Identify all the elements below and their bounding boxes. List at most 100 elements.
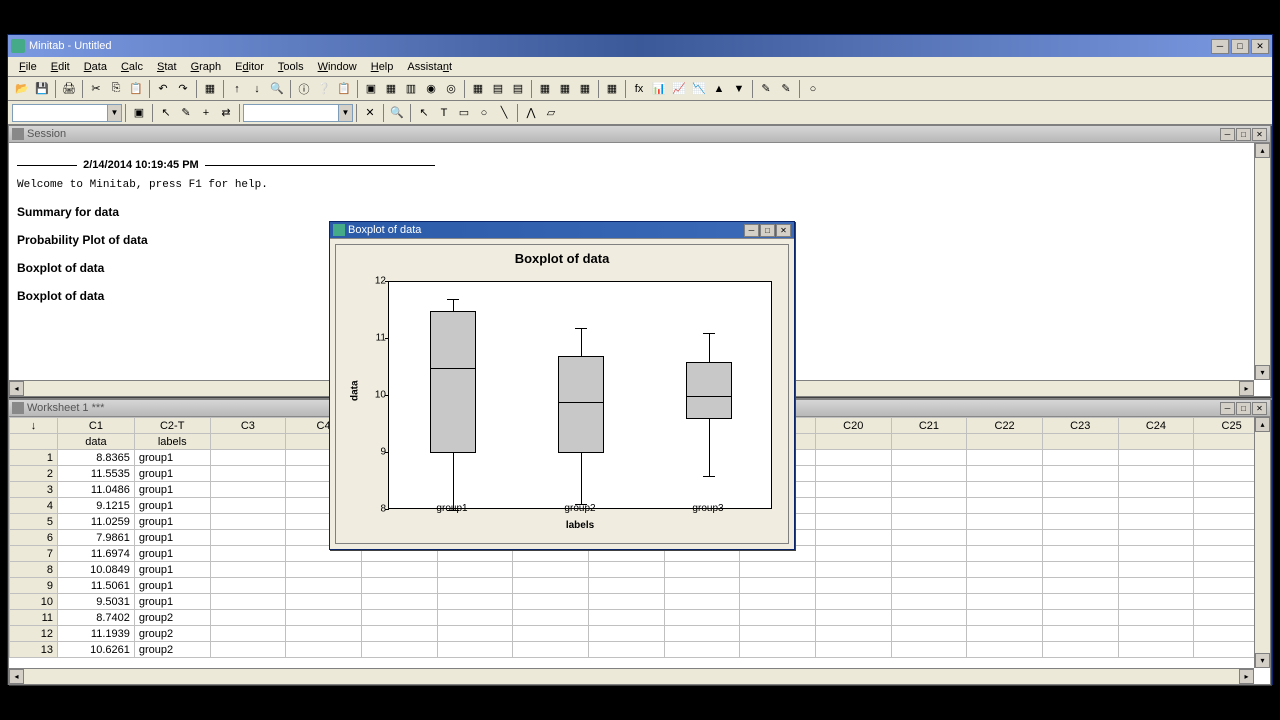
data-cell[interactable]	[286, 594, 362, 610]
data-cell[interactable]	[1118, 610, 1194, 626]
data-cell[interactable]	[891, 562, 967, 578]
menu-help[interactable]: Help	[364, 59, 401, 75]
chart-d-icon[interactable]: ▲	[709, 79, 729, 99]
column-name[interactable]	[1118, 434, 1194, 450]
data-cell[interactable]	[210, 498, 286, 514]
data-cell[interactable]: 8.7402	[58, 610, 135, 626]
graph-content[interactable]: Boxplot of data data 89101112 group1grou…	[330, 239, 794, 549]
data-cell[interactable]	[740, 642, 816, 658]
scroll-down-icon[interactable]: ▾	[1255, 653, 1270, 668]
data-cell[interactable]: 10.6261	[58, 642, 135, 658]
data-cell[interactable]	[815, 626, 891, 642]
undo-icon[interactable]: ↶	[153, 79, 173, 99]
data-cell[interactable]	[1118, 450, 1194, 466]
paste-icon[interactable]: 📋	[126, 79, 146, 99]
data-cell[interactable]	[967, 482, 1043, 498]
data-cell[interactable]	[664, 594, 740, 610]
data-cell[interactable]	[967, 562, 1043, 578]
column-header[interactable]: C3	[210, 418, 286, 434]
data-cell[interactable]	[513, 578, 589, 594]
menu-stat[interactable]: Stat	[150, 59, 184, 75]
select-icon[interactable]: ↖	[414, 103, 434, 123]
data-cell[interactable]	[664, 642, 740, 658]
data-cell[interactable]: 11.0486	[58, 482, 135, 498]
row-header[interactable]: 12	[10, 626, 58, 642]
data-cell[interactable]	[815, 594, 891, 610]
circle-icon[interactable]: ○	[474, 103, 494, 123]
data-cell[interactable]	[967, 610, 1043, 626]
data-cell[interactable]	[891, 466, 967, 482]
data-cell[interactable]	[1118, 594, 1194, 610]
chart-e-icon[interactable]: ▼	[729, 79, 749, 99]
column-name[interactable]: labels	[134, 434, 210, 450]
session-titlebar[interactable]: Session ─ □ ✕	[9, 126, 1270, 143]
menu-calc[interactable]: Calc	[114, 59, 150, 75]
brush-icon[interactable]: ✎	[176, 103, 196, 123]
tool-c-icon[interactable]: ▥	[401, 79, 421, 99]
session-scrollbar-vertical[interactable]: ▴ ▾	[1254, 143, 1270, 380]
column-name[interactable]: data	[58, 434, 135, 450]
data-cell[interactable]	[361, 594, 437, 610]
data-cell[interactable]	[1042, 594, 1118, 610]
data-cell[interactable]	[664, 610, 740, 626]
data-cell[interactable]	[588, 626, 664, 642]
data-cell[interactable]	[513, 642, 589, 658]
table-row[interactable]: 911.5061group1	[10, 578, 1270, 594]
data-cell[interactable]: group2	[134, 610, 210, 626]
column-name[interactable]	[891, 434, 967, 450]
menu-tools[interactable]: Tools	[271, 59, 311, 75]
data-cell[interactable]: 10.0849	[58, 562, 135, 578]
combo-selector-2[interactable]: ▼	[243, 104, 353, 122]
data-cell[interactable]	[1118, 498, 1194, 514]
graph-canvas[interactable]: Boxplot of data data 89101112 group1grou…	[335, 244, 789, 544]
menu-file[interactable]: File	[12, 59, 44, 75]
data-cell[interactable]	[891, 642, 967, 658]
data-cell[interactable]	[210, 546, 286, 562]
menu-data[interactable]: Data	[77, 59, 114, 75]
column-header[interactable]: C23	[1042, 418, 1118, 434]
data-cell[interactable]	[815, 514, 891, 530]
column-header[interactable]: C22	[967, 418, 1043, 434]
text-icon[interactable]: T	[434, 103, 454, 123]
x-icon[interactable]: ✕	[360, 103, 380, 123]
session-minimize-button[interactable]: ─	[1220, 128, 1235, 141]
data-cell[interactable]	[1042, 450, 1118, 466]
column-name[interactable]	[815, 434, 891, 450]
data-cell[interactable]	[967, 578, 1043, 594]
tool-f-icon[interactable]: ▦	[468, 79, 488, 99]
print-icon[interactable]: 🖨	[59, 79, 79, 99]
boxplot-box[interactable]	[686, 362, 732, 419]
data-cell[interactable]: group1	[134, 498, 210, 514]
data-cell[interactable]	[210, 450, 286, 466]
data-cell[interactable]	[967, 594, 1043, 610]
help-icon[interactable]: ❔	[314, 79, 334, 99]
session-maximize-button[interactable]: □	[1236, 128, 1251, 141]
data-cell[interactable]	[967, 530, 1043, 546]
data-cell[interactable]	[891, 530, 967, 546]
data-cell[interactable]: group1	[134, 514, 210, 530]
line-icon[interactable]: ╲	[494, 103, 514, 123]
row-header[interactable]: 5	[10, 514, 58, 530]
data-cell[interactable]	[513, 626, 589, 642]
data-cell[interactable]: 11.1939	[58, 626, 135, 642]
data-cell[interactable]	[437, 642, 513, 658]
worksheet-scrollbar-vertical[interactable]: ▴ ▾	[1254, 417, 1270, 668]
data-cell[interactable]	[1042, 578, 1118, 594]
data-cell[interactable]	[286, 578, 362, 594]
corner-cell-2[interactable]	[10, 434, 58, 450]
data-cell[interactable]	[361, 642, 437, 658]
data-cell[interactable]	[437, 626, 513, 642]
graph-titlebar[interactable]: Boxplot of data ─ □ ✕	[330, 222, 794, 239]
data-cell[interactable]: group2	[134, 642, 210, 658]
app-titlebar[interactable]: Minitab - Untitled ─ □ ✕	[8, 35, 1272, 57]
data-cell[interactable]	[361, 578, 437, 594]
data-cell[interactable]	[1042, 610, 1118, 626]
column-name[interactable]	[967, 434, 1043, 450]
graph-maximize-button[interactable]: □	[760, 224, 775, 237]
rect-icon[interactable]: ▭	[454, 103, 474, 123]
menu-window[interactable]: Window	[311, 59, 364, 75]
data-cell[interactable]	[740, 562, 816, 578]
data-cell[interactable]: group1	[134, 594, 210, 610]
boxplot-box[interactable]	[558, 356, 604, 453]
data-cell[interactable]	[1118, 466, 1194, 482]
